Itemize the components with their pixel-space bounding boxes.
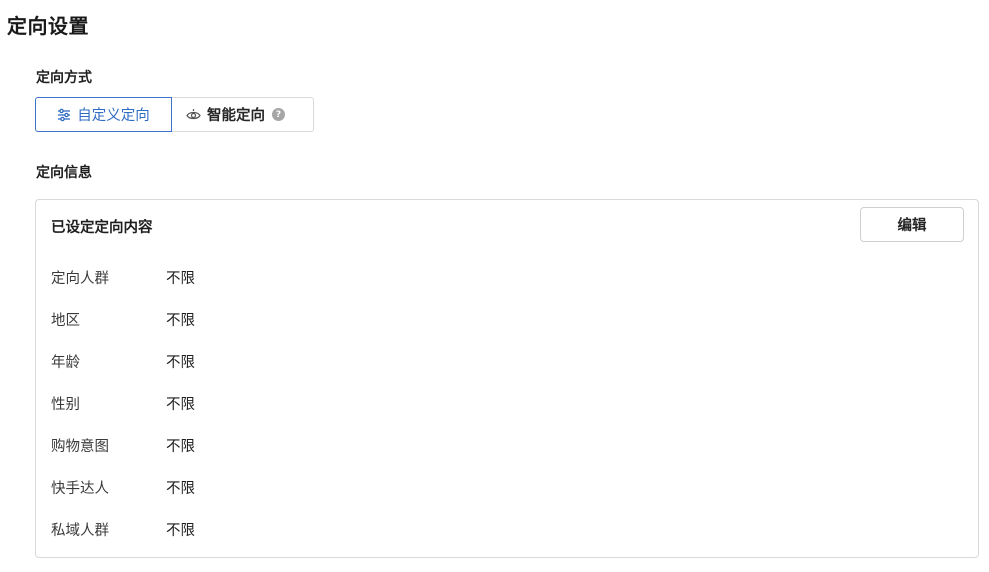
row-label: 私域人群 — [51, 522, 109, 539]
card-title: 已设定定向内容 — [51, 220, 153, 236]
custom-targeting-label: 自定义定向 — [77, 108, 150, 124]
info-row-private-audience: 私域人群 不限 — [51, 519, 195, 539]
info-row-region: 地区 不限 — [51, 309, 195, 329]
row-value: 不限 — [166, 438, 195, 455]
row-label: 性别 — [51, 396, 80, 413]
sliders-icon — [57, 108, 71, 122]
smart-targeting-option[interactable]: 智能定向 ? — [172, 97, 314, 132]
row-label: 年龄 — [51, 354, 80, 371]
page-title: 定向设置 — [7, 14, 89, 38]
targeting-info-label: 定向信息 — [36, 165, 92, 181]
info-row-gender: 性别 不限 — [51, 393, 195, 413]
smart-eye-icon — [186, 108, 201, 122]
row-label: 快手达人 — [51, 480, 109, 497]
row-label: 地区 — [51, 312, 80, 329]
edit-button[interactable]: 编辑 — [860, 207, 964, 242]
smart-targeting-label: 智能定向 — [207, 108, 265, 124]
row-label: 购物意图 — [51, 438, 109, 455]
info-row-kuaishou-creator: 快手达人 不限 — [51, 477, 195, 497]
info-row-shopping-intent: 购物意图 不限 — [51, 435, 195, 455]
row-value: 不限 — [166, 396, 195, 413]
row-value: 不限 — [166, 270, 195, 287]
question-circle-icon[interactable]: ? — [272, 108, 285, 121]
info-row-audience: 定向人群 不限 — [51, 267, 195, 287]
targeting-mode-label: 定向方式 — [36, 70, 92, 86]
row-value: 不限 — [166, 522, 195, 539]
row-value: 不限 — [166, 312, 195, 329]
row-label: 定向人群 — [51, 270, 109, 287]
row-value: 不限 — [166, 480, 195, 497]
targeting-mode-toggle: 自定义定向 智能定向 ? — [35, 97, 314, 132]
row-value: 不限 — [166, 354, 195, 371]
info-row-age: 年龄 不限 — [51, 351, 195, 371]
custom-targeting-option[interactable]: 自定义定向 — [35, 97, 172, 132]
targeting-info-card: 已设定定向内容 编辑 定向人群 不限 地区 不限 年龄 不限 性别 不限 购物意… — [35, 199, 979, 558]
